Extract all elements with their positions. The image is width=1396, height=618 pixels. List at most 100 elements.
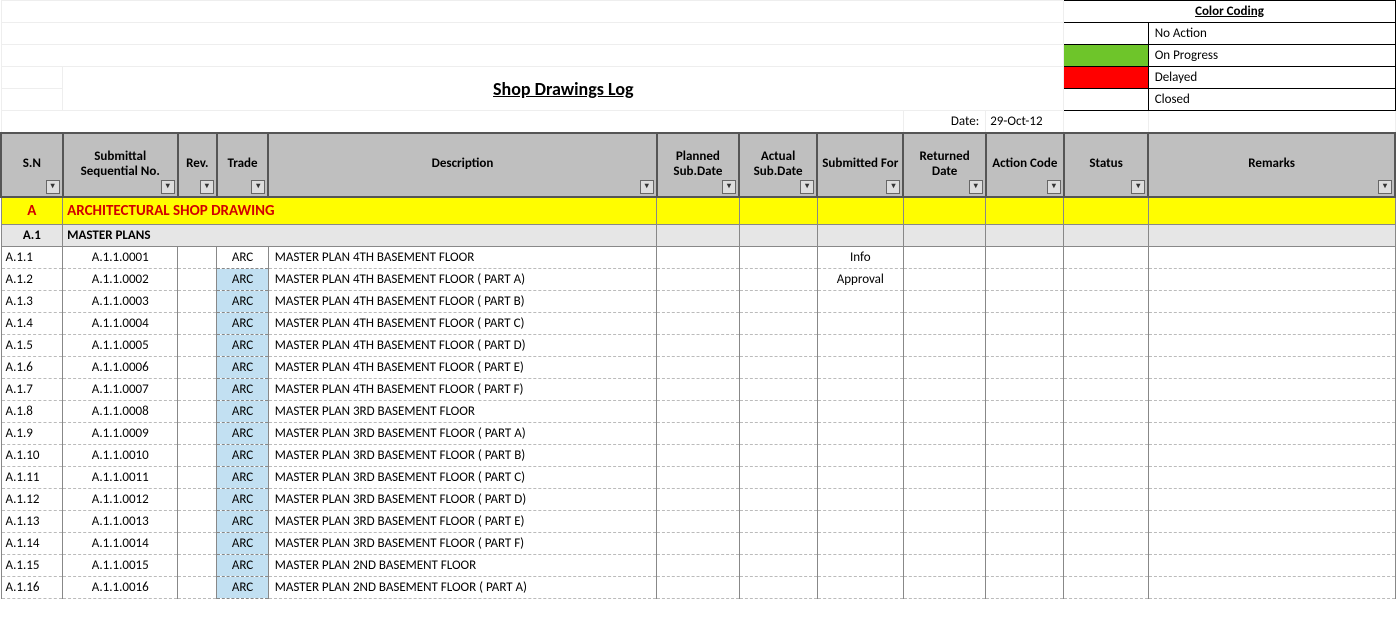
cell-planned[interactable] <box>657 555 739 577</box>
cell-action[interactable] <box>986 445 1064 467</box>
col-action[interactable]: Action Code▾ <box>986 133 1064 197</box>
cell-action[interactable] <box>986 489 1064 511</box>
cell-subfor[interactable] <box>817 467 903 489</box>
cell-seq[interactable]: A.1.1.0010 <box>63 445 178 467</box>
col-actual[interactable]: Actual Sub.Date▾ <box>739 133 817 197</box>
cell-subfor[interactable] <box>817 555 903 577</box>
cell-status[interactable] <box>1064 357 1148 379</box>
category-row[interactable]: A ARCHITECTURAL SHOP DRAWING <box>1 197 1395 225</box>
cell-sn[interactable]: A.1.5 <box>1 335 63 357</box>
cell-desc[interactable]: MASTER PLAN 4TH BASEMENT FLOOR ( PART C) <box>268 313 657 335</box>
table-row[interactable]: A.1.4A.1.1.0004ARCMASTER PLAN 4TH BASEME… <box>1 313 1395 335</box>
cell-actual[interactable] <box>739 533 817 555</box>
cell-desc[interactable]: MASTER PLAN 4TH BASEMENT FLOOR ( PART F) <box>268 379 657 401</box>
cell-trade[interactable]: ARC <box>217 291 268 313</box>
cell-action[interactable] <box>986 467 1064 489</box>
cell-remarks[interactable] <box>1148 269 1395 291</box>
cell-subfor[interactable]: Info <box>817 247 903 269</box>
filter-dropdown-icon[interactable]: ▾ <box>969 180 983 194</box>
cell-action[interactable] <box>986 357 1064 379</box>
cell-remarks[interactable] <box>1148 313 1395 335</box>
cell-subfor[interactable] <box>817 379 903 401</box>
cell-rev[interactable] <box>178 423 217 445</box>
cell-actual[interactable] <box>739 511 817 533</box>
table-row[interactable]: A.1.2A.1.1.0002ARCMASTER PLAN 4TH BASEME… <box>1 269 1395 291</box>
cell-actual[interactable] <box>739 247 817 269</box>
cell-status[interactable] <box>1064 423 1148 445</box>
cell-sn[interactable]: A.1.1 <box>1 247 63 269</box>
col-planned[interactable]: Planned Sub.Date▾ <box>657 133 739 197</box>
cell-remarks[interactable] <box>1148 423 1395 445</box>
cell-sn[interactable]: A.1.8 <box>1 401 63 423</box>
cell-planned[interactable] <box>657 489 739 511</box>
cell-returned[interactable] <box>903 379 985 401</box>
cell-returned[interactable] <box>903 291 985 313</box>
cell-trade[interactable]: ARC <box>217 313 268 335</box>
cell-subfor[interactable] <box>817 423 903 445</box>
filter-dropdown-icon[interactable]: ▾ <box>1131 180 1145 194</box>
filter-dropdown-icon[interactable]: ▾ <box>800 180 814 194</box>
cell-returned[interactable] <box>903 577 985 599</box>
cell-remarks[interactable] <box>1148 247 1395 269</box>
cell-seq[interactable]: A.1.1.0007 <box>63 379 178 401</box>
cell-status[interactable] <box>1064 335 1148 357</box>
cell-subfor[interactable] <box>817 291 903 313</box>
cell-desc[interactable]: MASTER PLAN 4TH BASEMENT FLOOR ( PART E) <box>268 357 657 379</box>
cell-trade[interactable]: ARC <box>217 247 268 269</box>
cell-returned[interactable] <box>903 401 985 423</box>
cell-trade[interactable]: ARC <box>217 489 268 511</box>
cell-remarks[interactable] <box>1148 401 1395 423</box>
subcategory-row[interactable]: A.1 MASTER PLANS <box>1 225 1395 247</box>
col-status[interactable]: Status▾ <box>1064 133 1148 197</box>
cell-actual[interactable] <box>739 577 817 599</box>
cell-desc[interactable]: MASTER PLAN 3RD BASEMENT FLOOR ( PART D) <box>268 489 657 511</box>
cell-actual[interactable] <box>739 489 817 511</box>
cell-status[interactable] <box>1064 291 1148 313</box>
cell-sn[interactable]: A.1.9 <box>1 423 63 445</box>
cell-desc[interactable]: MASTER PLAN 3RD BASEMENT FLOOR <box>268 401 657 423</box>
cell-planned[interactable] <box>657 533 739 555</box>
cell-remarks[interactable] <box>1148 335 1395 357</box>
cell-rev[interactable] <box>178 467 217 489</box>
table-row[interactable]: A.1.6A.1.1.0006ARCMASTER PLAN 4TH BASEME… <box>1 357 1395 379</box>
cell-seq[interactable]: A.1.1.0015 <box>63 555 178 577</box>
cell-rev[interactable] <box>178 357 217 379</box>
cell-rev[interactable] <box>178 379 217 401</box>
cell-desc[interactable]: MASTER PLAN 4TH BASEMENT FLOOR <box>268 247 657 269</box>
cell-actual[interactable] <box>739 269 817 291</box>
cell-remarks[interactable] <box>1148 467 1395 489</box>
cell-action[interactable] <box>986 269 1064 291</box>
filter-dropdown-icon[interactable]: ▾ <box>200 180 214 194</box>
cell-actual[interactable] <box>739 291 817 313</box>
cell-remarks[interactable] <box>1148 577 1395 599</box>
cell-sn[interactable]: A.1.12 <box>1 489 63 511</box>
cell-returned[interactable] <box>903 445 985 467</box>
cell-planned[interactable] <box>657 445 739 467</box>
filter-dropdown-icon[interactable]: ▾ <box>722 180 736 194</box>
cell-actual[interactable] <box>739 357 817 379</box>
cell-remarks[interactable] <box>1148 511 1395 533</box>
cell-sn[interactable]: A.1.14 <box>1 533 63 555</box>
cell-rev[interactable] <box>178 401 217 423</box>
cell-returned[interactable] <box>903 269 985 291</box>
cell-subfor[interactable] <box>817 577 903 599</box>
cell-desc[interactable]: MASTER PLAN 3RD BASEMENT FLOOR ( PART B) <box>268 445 657 467</box>
cell-action[interactable] <box>986 335 1064 357</box>
table-row[interactable]: A.1.9A.1.1.0009ARCMASTER PLAN 3RD BASEME… <box>1 423 1395 445</box>
cell-status[interactable] <box>1064 247 1148 269</box>
cell-desc[interactable]: MASTER PLAN 4TH BASEMENT FLOOR ( PART D) <box>268 335 657 357</box>
cell-trade[interactable]: ARC <box>217 467 268 489</box>
cell-trade[interactable]: ARC <box>217 533 268 555</box>
cell-actual[interactable] <box>739 379 817 401</box>
cell-action[interactable] <box>986 291 1064 313</box>
cell-trade[interactable]: ARC <box>217 445 268 467</box>
cell-desc[interactable]: MASTER PLAN 4TH BASEMENT FLOOR ( PART A) <box>268 269 657 291</box>
table-row[interactable]: A.1.10A.1.1.0010ARCMASTER PLAN 3RD BASEM… <box>1 445 1395 467</box>
cell-subfor[interactable] <box>817 445 903 467</box>
cell-subfor[interactable] <box>817 313 903 335</box>
cell-returned[interactable] <box>903 489 985 511</box>
table-row[interactable]: A.1.15A.1.1.0015ARCMASTER PLAN 2ND BASEM… <box>1 555 1395 577</box>
cell-rev[interactable] <box>178 445 217 467</box>
cell-returned[interactable] <box>903 555 985 577</box>
cell-desc[interactable]: MASTER PLAN 4TH BASEMENT FLOOR ( PART B) <box>268 291 657 313</box>
